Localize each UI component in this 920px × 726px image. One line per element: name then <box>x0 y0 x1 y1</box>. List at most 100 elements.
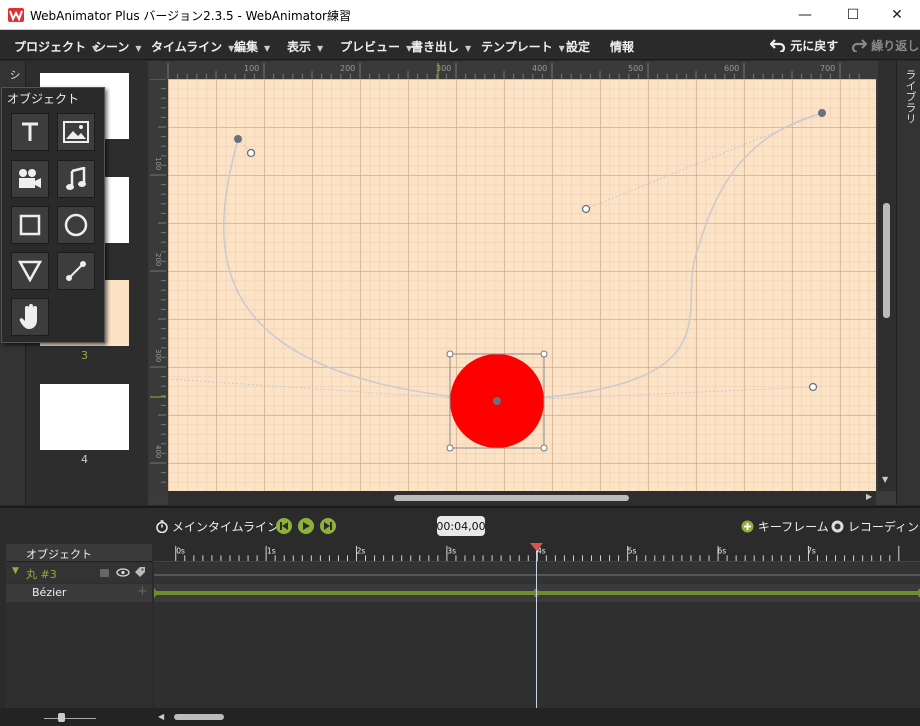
chevron-down-icon: ▼ <box>317 44 324 53</box>
menu-info[interactable]: 情報 <box>610 38 634 55</box>
main-timeline-button[interactable]: メインタイムライン <box>156 518 279 535</box>
timeline-toolbar: メインタイムライン 00:04,00 キーフレーム レコーディング <box>0 508 920 544</box>
title-bar: WebAnimator Plus バージョン2.3.5 - WebAnimato… <box>0 0 920 30</box>
add-keyframe-icon <box>741 520 754 533</box>
vertical-scrollbar[interactable]: ▼ <box>878 61 896 491</box>
library-panel-tab[interactable]: ライブラリ <box>896 61 920 505</box>
bezier-anchor-point[interactable] <box>493 397 501 405</box>
skip-to-start-button[interactable] <box>276 518 292 534</box>
object-name: 丸 #3 <box>26 568 57 581</box>
video-tool[interactable] <box>11 160 49 198</box>
skip-to-end-button[interactable] <box>320 518 336 534</box>
recording-button[interactable]: レコーディング <box>831 518 920 535</box>
horizontal-scrollbar[interactable]: ▶ <box>168 491 876 505</box>
bezier-control-point[interactable] <box>581 204 591 214</box>
ruler-label: 200 <box>340 64 355 73</box>
object-list-header-label: オブジェクト <box>26 548 92 561</box>
menu-preview[interactable]: プレビュー ▼ <box>340 38 412 55</box>
resize-handle[interactable] <box>446 444 454 452</box>
close-button[interactable]: ✕ <box>874 0 920 30</box>
menu-timeline[interactable]: タイムライン ▼ <box>151 38 234 55</box>
time-label: 6s <box>717 546 726 555</box>
chevron-down-icon: ▼ <box>135 44 142 53</box>
undo-button[interactable]: 元に戻す <box>769 37 838 54</box>
bezier-control-point[interactable] <box>246 148 256 158</box>
chevron-down-icon: ▼ <box>264 44 271 53</box>
time-label: 1s <box>267 546 276 555</box>
bezier-motion-path[interactable] <box>223 112 823 402</box>
bezier-anchor-point[interactable] <box>818 109 826 117</box>
time-label: 5s <box>628 546 637 555</box>
bezier-anchor-point[interactable] <box>234 135 242 143</box>
skip-back-icon <box>280 522 288 530</box>
ruler-label: 700 <box>820 64 835 73</box>
time-label: 7s <box>807 546 816 555</box>
circle-tool[interactable] <box>57 206 95 244</box>
timeline-scroll-thumb[interactable] <box>174 714 224 720</box>
lock-icon[interactable] <box>100 569 109 577</box>
redo-button[interactable]: 繰り返し <box>851 37 919 54</box>
chevron-down-icon: ▼ <box>465 44 472 53</box>
stopwatch-icon <box>156 520 168 534</box>
menu-view[interactable]: 表示 ▼ <box>287 38 323 55</box>
hand-tool[interactable] <box>11 298 49 336</box>
undo-icon <box>769 39 786 54</box>
scene-thumbnail-4[interactable] <box>40 384 129 450</box>
circle-icon <box>64 213 88 237</box>
eye-icon[interactable] <box>116 568 130 577</box>
audio-tool[interactable] <box>57 160 95 198</box>
menu-settings[interactable]: 設定 <box>566 38 590 55</box>
play-icon <box>303 522 310 530</box>
triangle-tool[interactable] <box>11 252 49 290</box>
menu-edit[interactable]: 編集 ▼ <box>234 38 270 55</box>
object-row[interactable]: ▼ 丸 #3 <box>6 563 152 583</box>
bezier-control-point[interactable] <box>808 382 818 392</box>
timeline-object-list: オブジェクト ▼ 丸 #3 Bézier + <box>6 544 152 714</box>
rectangle-tool[interactable] <box>11 206 49 244</box>
time-label: 3s <box>447 546 456 555</box>
scroll-left-arrow-icon[interactable]: ◀ <box>158 712 164 721</box>
ruler-label: 200 <box>154 253 162 266</box>
ruler-label: 400 <box>532 64 547 73</box>
video-camera-icon <box>19 169 41 188</box>
image-tool[interactable] <box>57 113 95 151</box>
minimize-button[interactable]: — <box>782 0 828 30</box>
scroll-right-arrow-icon[interactable]: ▶ <box>866 492 872 501</box>
track-row[interactable]: Bézier + <box>6 584 152 602</box>
menu-template[interactable]: テンプレート ▼ <box>481 38 565 55</box>
playhead[interactable] <box>530 543 543 714</box>
add-track-icon[interactable]: + <box>137 584 148 599</box>
horizontal-scroll-thumb[interactable] <box>394 495 629 501</box>
menu-project[interactable]: プロジェクト ▼ <box>14 38 98 55</box>
ruler-label: 500 <box>628 64 643 73</box>
keyframe-button[interactable]: キーフレーム <box>741 518 829 535</box>
tag-icon[interactable] <box>134 566 146 578</box>
playhead-marker-icon[interactable] <box>530 543 543 551</box>
vertical-scroll-thumb[interactable] <box>883 203 890 318</box>
text-tool[interactable] <box>11 113 49 151</box>
menu-export[interactable]: 書き出し ▼ <box>411 38 471 55</box>
bezier-tool[interactable] <box>57 252 95 290</box>
resize-handle[interactable] <box>446 350 454 358</box>
play-button[interactable] <box>298 518 314 534</box>
object-list-header: オブジェクト <box>6 544 152 562</box>
zoom-slider-track[interactable] <box>44 718 96 719</box>
timeline-tracks: 0s 1s 2s 3s 4s 5s 6s 7s <box>154 543 920 714</box>
ruler-label: 300 <box>154 349 162 362</box>
expand-arrow-icon[interactable]: ▼ <box>12 566 19 576</box>
resize-handle[interactable] <box>540 350 548 358</box>
timeline-track-area[interactable] <box>154 562 920 714</box>
scroll-down-arrow-icon[interactable]: ▼ <box>882 475 888 484</box>
menu-scene[interactable]: シーン ▼ <box>94 38 142 55</box>
music-note-icon <box>66 167 86 190</box>
resize-handle[interactable] <box>540 444 548 452</box>
maximize-button[interactable]: ☐ <box>830 0 876 30</box>
palette-title: オブジェクト <box>7 92 80 106</box>
record-icon <box>831 520 844 533</box>
scene-label-4: 4 <box>81 453 88 466</box>
ruler-label: 600 <box>724 64 739 73</box>
stage[interactable] <box>168 79 876 491</box>
current-time-display[interactable]: 00:04,00 <box>436 516 486 536</box>
zoom-slider-handle[interactable] <box>58 713 65 722</box>
square-icon <box>19 214 41 236</box>
